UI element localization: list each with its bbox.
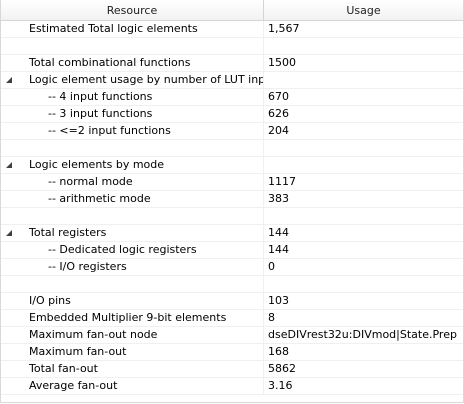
table-row[interactable]: -- I/O registers 0 bbox=[1, 259, 463, 276]
usage-cell: 204 bbox=[268, 124, 289, 137]
resource-label: -- I/O registers bbox=[48, 260, 127, 273]
usage-cell: 144 bbox=[268, 243, 289, 256]
resource-cell: -- 4 input functions bbox=[1, 89, 264, 106]
table-row[interactable] bbox=[1, 276, 463, 293]
usage-cell: 103 bbox=[268, 294, 289, 307]
resource-label: Logic element usage by number of LUT inp… bbox=[29, 73, 264, 86]
usage-cell: 626 bbox=[268, 107, 289, 120]
table-row[interactable]: -- 4 input functions 670 bbox=[1, 89, 463, 106]
usage-cell: 1500 bbox=[268, 56, 296, 69]
table-row[interactable]: Maximum fan-out 168 bbox=[1, 344, 463, 361]
resource-label: Total combinational functions bbox=[29, 56, 191, 69]
resource-cell: -- 3 input functions bbox=[1, 106, 264, 123]
resource-cell bbox=[1, 38, 264, 55]
usage-cell bbox=[264, 276, 463, 293]
usage-cell: 3.16 bbox=[268, 379, 293, 392]
resource-cell bbox=[1, 208, 264, 225]
resource-cell: Average fan-out bbox=[1, 378, 264, 395]
usage-cell bbox=[264, 72, 463, 89]
resource-cell: Logic element usage by number of LUT inp… bbox=[1, 72, 264, 89]
table-header: Resource Usage bbox=[1, 0, 463, 21]
resource-label: -- normal mode bbox=[48, 175, 133, 188]
usage-cell: 5862 bbox=[268, 362, 296, 375]
resource-cell: I/O pins bbox=[1, 293, 264, 310]
expand-collapse-triangle-icon[interactable] bbox=[6, 230, 12, 236]
resource-label: -- 4 input functions bbox=[48, 90, 153, 103]
table-row[interactable]: -- normal mode 1117 bbox=[1, 174, 463, 191]
resource-cell: Total combinational functions bbox=[1, 55, 264, 72]
expand-collapse-triangle-icon[interactable] bbox=[6, 77, 12, 83]
resource-label: Maximum fan-out bbox=[29, 345, 127, 358]
column-header-usage[interactable]: Usage bbox=[264, 0, 463, 20]
resource-cell: -- Dedicated logic registers bbox=[1, 242, 264, 259]
table-row[interactable]: Logic element usage by number of LUT inp… bbox=[1, 72, 463, 89]
usage-cell: 383 bbox=[268, 192, 289, 205]
usage-cell: 1117 bbox=[268, 175, 296, 188]
usage-cell: 0 bbox=[268, 260, 275, 273]
usage-cell: 144 bbox=[268, 226, 289, 239]
usage-cell: 8 bbox=[268, 311, 275, 324]
usage-cell bbox=[264, 38, 463, 55]
resource-label: -- Dedicated logic registers bbox=[48, 243, 197, 256]
table-row[interactable]: Maximum fan-out node dseDIVrest32u:DIVmod… bbox=[1, 327, 463, 344]
table-row[interactable]: -- arithmetic mode 383 bbox=[1, 191, 463, 208]
resource-cell: Total fan-out bbox=[1, 361, 264, 378]
resource-cell: -- I/O registers bbox=[1, 259, 264, 276]
resource-label: Total registers bbox=[29, 226, 107, 239]
usage-cell: dseDIVrest32u:DIVmod|State.Prep bbox=[268, 328, 457, 341]
table-row[interactable] bbox=[1, 208, 463, 225]
table-row[interactable] bbox=[1, 140, 463, 157]
table-row[interactable]: -- 3 input functions 626 bbox=[1, 106, 463, 123]
resource-label: Embedded Multiplier 9-bit elements bbox=[29, 311, 227, 324]
resource-label: Maximum fan-out node bbox=[29, 328, 158, 341]
resource-label: Logic elements by mode bbox=[29, 158, 165, 171]
table-row[interactable]: Logic elements by mode bbox=[1, 157, 463, 174]
resource-cell bbox=[1, 140, 264, 157]
resource-label: Estimated Total logic elements bbox=[29, 22, 198, 35]
table-row[interactable]: Total combinational functions 1500 bbox=[1, 55, 463, 72]
resource-cell: -- arithmetic mode bbox=[1, 191, 264, 208]
table-row[interactable]: -- Dedicated logic registers 144 bbox=[1, 242, 463, 259]
table-row[interactable]: -- <=2 input functions 204 bbox=[1, 123, 463, 140]
resource-cell: Embedded Multiplier 9-bit elements bbox=[1, 310, 264, 327]
resource-label: Total fan-out bbox=[29, 362, 98, 375]
column-header-resource[interactable]: Resource bbox=[1, 0, 264, 20]
usage-cell: 168 bbox=[268, 345, 289, 358]
resource-cell bbox=[1, 276, 264, 293]
resource-label: -- 3 input functions bbox=[48, 107, 153, 120]
table-row[interactable]: Estimated Total logic elements 1,567 bbox=[1, 21, 463, 38]
usage-cell bbox=[264, 157, 463, 174]
expand-collapse-triangle-icon[interactable] bbox=[6, 162, 12, 168]
usage-cell bbox=[264, 140, 463, 157]
table-row[interactable]: Embedded Multiplier 9-bit elements 8 bbox=[1, 310, 463, 327]
resource-cell: Total registers bbox=[1, 225, 264, 242]
table-row[interactable]: Total registers 144 bbox=[1, 225, 463, 242]
resource-cell: Estimated Total logic elements bbox=[1, 21, 264, 38]
resource-label: Average fan-out bbox=[29, 379, 118, 392]
table-row[interactable]: Average fan-out 3.16 bbox=[1, 378, 463, 395]
resource-cell: Maximum fan-out bbox=[1, 344, 264, 361]
table-row[interactable]: Total fan-out 5862 bbox=[1, 361, 463, 378]
resource-label: -- <=2 input functions bbox=[48, 124, 171, 137]
resource-cell: Maximum fan-out node bbox=[1, 327, 264, 344]
table-body: Estimated Total logic elements 1,567 Total… bbox=[1, 21, 463, 395]
table-row[interactable]: I/O pins 103 bbox=[1, 293, 463, 310]
usage-cell bbox=[264, 208, 463, 225]
resource-cell: Logic elements by mode bbox=[1, 157, 264, 174]
resource-label: I/O pins bbox=[29, 294, 71, 307]
resource-cell: -- normal mode bbox=[1, 174, 264, 191]
usage-cell: 1,567 bbox=[268, 22, 300, 35]
table-row[interactable] bbox=[1, 38, 463, 55]
resource-cell: -- <=2 input functions bbox=[1, 123, 264, 140]
resource-label: -- arithmetic mode bbox=[48, 192, 151, 205]
resource-usage-table: Resource Usage Estimated Total logic ele… bbox=[0, 0, 464, 403]
usage-cell: 670 bbox=[268, 90, 289, 103]
